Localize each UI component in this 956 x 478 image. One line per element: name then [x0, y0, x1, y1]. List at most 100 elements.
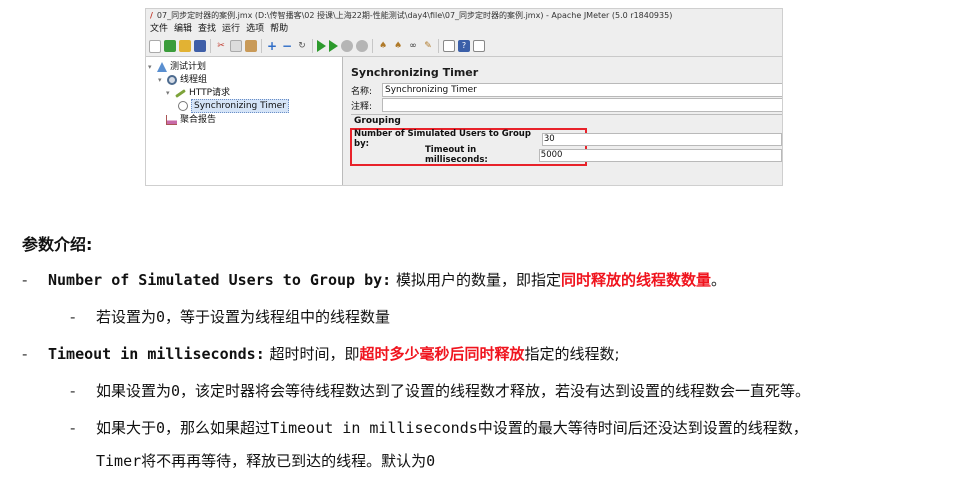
window-title: 07_同步定时器的案例.jmx (D:\传智播客\02 授课\上海22期-性能测… — [156, 11, 673, 20]
timeout-input[interactable]: 5000 — [538, 148, 782, 162]
param-timeout-end: 指定的线程数; — [524, 345, 620, 363]
users-input[interactable]: 30 — [541, 132, 782, 146]
toolbar-separator — [210, 39, 211, 53]
param-timeout-term: Timeout in milliseconds: — [48, 345, 265, 363]
users-row: Number of Simulated Users to Group by: 3… — [354, 129, 782, 149]
jmeter-window: /07_同步定时器的案例.jmx (D:\传智播客\02 授课\上海22期-性能… — [145, 8, 783, 186]
menu-edit[interactable]: 编辑 — [174, 23, 192, 36]
tree-item-aggregate-report[interactable]: 聚合报告 — [166, 114, 216, 126]
sub-text: ，该定时器将会等待线程数达到了设置的线程数才释放，若没有达到设置的线程数会一直死… — [180, 382, 811, 400]
param-users-end: 。 — [710, 271, 726, 289]
param-users-sub: - 若设置为0，等于设置为线程组中的线程数量 — [70, 306, 390, 327]
section-heading: 参数介绍: — [22, 235, 93, 254]
menu-help[interactable]: 帮助 — [270, 23, 288, 36]
name-input[interactable]: Synchronizing Timer — [382, 83, 782, 97]
expand-icon[interactable]: + — [266, 40, 278, 52]
menu-options[interactable]: 选项 — [246, 23, 264, 36]
sub-text: ，等于设置为线程组中的线程数量 — [165, 308, 391, 326]
sub-text: ，那么如果超过 — [165, 419, 271, 437]
grouping-title: Grouping — [354, 116, 401, 126]
collapse-icon[interactable]: − — [281, 40, 293, 52]
test-tree: ▾ 测试计划 ▾ 线程组 ▾ HTTP请求 Synchronizing Time… — [146, 57, 343, 185]
save-icon[interactable] — [194, 40, 206, 52]
comment-input[interactable] — [382, 98, 782, 112]
help-icon[interactable]: ? — [458, 40, 470, 52]
expand-arrow-icon[interactable]: ▾ — [158, 74, 164, 86]
sub-mono: Timer — [96, 452, 142, 470]
clear-all-icon[interactable]: ♠ — [392, 40, 404, 52]
param-timeout-sub2-cont: Timer将不再再等待，释放已到达的线程。默认为0 — [96, 450, 435, 471]
sub-text: 如果设置为 — [96, 382, 172, 400]
sub-text: 若设置为 — [96, 308, 157, 326]
bullet-dash: - — [70, 382, 76, 400]
param-timeout-highlight: 超时多少毫秒后同时释放 — [359, 345, 525, 363]
log-viewer-icon[interactable] — [473, 40, 485, 52]
param-timeout-sub1: - 如果设置为0，该定时器将会等待线程数达到了设置的线程数才释放，若没有达到设置的… — [70, 380, 810, 401]
menu-file[interactable]: 文件 — [150, 23, 168, 36]
bullet-dash: - — [22, 271, 28, 289]
new-file-icon[interactable] — [149, 39, 161, 53]
bullet-dash: - — [22, 345, 28, 363]
name-label: 名称: — [351, 86, 373, 97]
tree-item-test-plan[interactable]: ▾ 测试计划 — [148, 61, 206, 73]
reset-search-icon[interactable]: ✎ — [422, 40, 434, 52]
param-timeout-sub2: - 如果大于0，那么如果超过Timeout in milliseconds中设置的… — [70, 417, 808, 438]
templates-icon[interactable] — [164, 40, 176, 52]
param-users-highlight: 同时释放的线程数数量 — [560, 271, 711, 289]
copy-icon[interactable] — [230, 40, 242, 52]
menu-search[interactable]: 查找 — [198, 23, 216, 36]
sub-zero: 0 — [426, 452, 436, 470]
param-users-line: - Number of Simulated Users to Group by: … — [22, 269, 726, 290]
tree-item-label: HTTP请求 — [189, 88, 231, 98]
start-no-pause-icon[interactable] — [329, 40, 338, 52]
param-timeout-line: - Timeout in milliseconds: 超时时间，即超时多少毫秒后同… — [22, 343, 620, 364]
toolbar-separator — [438, 39, 439, 53]
tree-item-label: 线程组 — [180, 75, 208, 85]
comment-label: 注释: — [351, 101, 373, 112]
panel-title: Synchronizing Timer — [351, 66, 479, 79]
param-users-term: Number of Simulated Users to Group by: — [48, 271, 392, 289]
start-icon[interactable] — [317, 40, 326, 52]
sub-zero: 0 — [171, 382, 181, 400]
element-panel: Synchronizing Timer 名称: Synchronizing Ti… — [347, 57, 782, 185]
param-users-desc: 模拟用户的数量，即指定 — [391, 271, 561, 289]
toolbar-separator — [261, 39, 262, 53]
search-binoculars-icon[interactable]: ∞ — [407, 40, 419, 52]
sub-zero: 0 — [156, 308, 166, 326]
toolbar-separator — [312, 39, 313, 53]
test-plan-icon — [157, 62, 167, 72]
timeout-label: Timeout in milliseconds: — [425, 145, 488, 165]
param-timeout-desc: 超时时间，即 — [264, 345, 360, 363]
window-title-bar: /07_同步定时器的案例.jmx (D:\传智播客\02 授课\上海22期-性能… — [146, 9, 782, 23]
sub-zero: 0 — [156, 419, 166, 437]
tree-item-synchronizing-timer[interactable]: Synchronizing Timer — [178, 99, 289, 113]
tree-item-label: Synchronizing Timer — [191, 99, 289, 113]
toolbar-separator — [372, 39, 373, 53]
expand-arrow-icon[interactable]: ▾ — [148, 61, 154, 73]
jmeter-feather-icon: / — [150, 11, 153, 20]
comment-row: 注释: — [351, 98, 782, 112]
cut-icon[interactable]: ✂ — [215, 40, 227, 52]
expand-arrow-icon[interactable]: ▾ — [166, 87, 172, 99]
toggle-icon[interactable]: ↻ — [296, 40, 308, 52]
bullet-dash: - — [70, 419, 76, 437]
bullet-dash: - — [70, 308, 76, 326]
http-sampler-icon — [175, 88, 186, 98]
thread-group-icon — [167, 75, 177, 85]
name-row: 名称: Synchronizing Timer — [351, 83, 782, 97]
tree-item-label: 测试计划 — [170, 62, 207, 72]
tree-item-thread-group[interactable]: ▾ 线程组 — [158, 74, 207, 86]
clear-icon[interactable]: ♠ — [377, 40, 389, 52]
shutdown-icon[interactable] — [356, 40, 368, 52]
toolbar: ✂ + − ↻ ♠ ♠ ∞ ✎ ? — [146, 36, 782, 57]
tree-item-http-request[interactable]: ▾ HTTP请求 — [166, 87, 230, 99]
menu-run[interactable]: 运行 — [222, 23, 240, 36]
open-folder-icon[interactable] — [179, 40, 191, 52]
stop-icon[interactable] — [341, 40, 353, 52]
sub-text: 将不再再等待，释放已到达的线程。默认为 — [141, 452, 427, 470]
sub-mono: Timeout in milliseconds — [270, 419, 478, 437]
sub-text: 如果大于 — [96, 419, 157, 437]
function-helper-icon[interactable] — [443, 40, 455, 52]
paste-icon[interactable] — [245, 40, 257, 52]
report-icon — [166, 115, 177, 125]
